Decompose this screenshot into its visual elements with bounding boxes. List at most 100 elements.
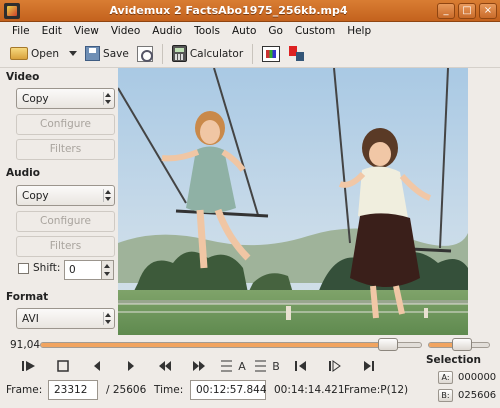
floppy-disk-icon	[85, 46, 101, 61]
shift-input[interactable]: 0	[64, 260, 102, 280]
next-keyframe-button[interactable]	[182, 356, 216, 376]
set-marker-b-button[interactable]: B	[250, 356, 284, 376]
slider-fill	[41, 343, 387, 347]
audio-filters-button[interactable]: Filters	[16, 236, 115, 257]
go-to-marker-a-button[interactable]	[318, 356, 352, 376]
fast-forward-icon	[193, 361, 205, 371]
app-window: Avidemux 2 FactsAbo1975_256kb.mp4 _ □ × …	[0, 0, 500, 408]
total-frames: / 25606	[106, 384, 147, 396]
previous-keyframe-button[interactable]	[148, 356, 182, 376]
volume-thumb[interactable]	[452, 338, 473, 351]
codec-panel: Video Copy Configure Filters Audio Copy …	[0, 68, 118, 338]
dropdown-arrow-icon	[69, 51, 78, 56]
shift-checkbox[interactable]	[18, 262, 29, 274]
menu-audio[interactable]: Audio	[146, 25, 188, 37]
marker-b-label: B	[272, 359, 280, 373]
video-preview[interactable]	[118, 68, 468, 335]
toolbar-separator	[161, 43, 163, 64]
menu-view[interactable]: View	[68, 25, 105, 37]
properties-button[interactable]	[133, 42, 157, 66]
combo-arrows-icon	[103, 312, 111, 325]
maximize-button[interactable]: □	[458, 2, 476, 19]
video-codec-value: Copy	[22, 92, 49, 105]
audio-codec-value: Copy	[22, 189, 49, 202]
combo-arrows-icon	[103, 189, 111, 202]
menu-edit[interactable]: Edit	[36, 25, 68, 37]
menu-go[interactable]: Go	[262, 25, 289, 37]
menu-custom[interactable]: Custom	[289, 25, 341, 37]
frame-input[interactable]: 23312	[48, 380, 98, 400]
toolbar-separator	[252, 43, 254, 64]
menu-video[interactable]: Video	[105, 25, 146, 37]
open-label: Open	[31, 47, 60, 60]
menu-help[interactable]: Help	[341, 25, 377, 37]
shift-row: Shift:	[18, 262, 60, 274]
navigation-slider[interactable]	[40, 342, 422, 348]
combo-arrows-icon	[103, 92, 111, 105]
go-to-marker-b-button[interactable]	[352, 356, 386, 376]
window-title: Avidemux 2 FactsAbo1975_256kb.mp4	[109, 4, 348, 17]
save-label: Save	[103, 47, 129, 60]
preview-icon	[262, 45, 281, 62]
time-input[interactable]: 00:12:57.844	[190, 380, 267, 400]
open-button[interactable]: Open	[6, 42, 63, 66]
previous-frame-button[interactable]	[80, 356, 114, 376]
play-button[interactable]	[12, 356, 46, 376]
menu-file[interactable]: File	[6, 25, 36, 37]
audio-codec-select[interactable]: Copy	[16, 185, 115, 206]
minimize-button[interactable]: _	[437, 2, 455, 19]
stop-button[interactable]	[46, 356, 80, 376]
video-codec-select[interactable]: Copy	[16, 88, 115, 109]
selection-a-value: 000000	[458, 372, 497, 383]
filter-preview-icon	[288, 45, 306, 63]
next-frame-icon	[128, 361, 134, 371]
navigation-slider-row: 91,04	[0, 337, 500, 353]
folder-icon	[10, 47, 28, 60]
go-to-start-button[interactable]	[284, 356, 318, 376]
format-select[interactable]: AVI	[16, 308, 115, 329]
video-filters-button[interactable]: Filters	[16, 139, 115, 160]
close-button[interactable]: ×	[479, 2, 497, 19]
audio-configure-button[interactable]: Configure	[16, 211, 115, 232]
previous-frame-icon	[94, 361, 100, 371]
toolbar: Open Save Calculator	[0, 40, 500, 68]
app-icon[interactable]	[4, 2, 20, 19]
transport-controls: A B	[12, 356, 386, 376]
format-value: AVI	[22, 312, 39, 325]
video-configure-button[interactable]: Configure	[16, 114, 115, 135]
selection-b-value: 025606	[458, 390, 497, 401]
selection-heading: Selection	[426, 354, 481, 366]
stop-icon	[57, 360, 69, 372]
frame-label: Frame:	[6, 384, 43, 396]
menu-auto[interactable]: Auto	[226, 25, 262, 37]
time-label: Time:	[154, 384, 184, 396]
video-heading: Video	[6, 71, 40, 83]
audio-heading: Audio	[6, 167, 40, 179]
filter-preview-button[interactable]	[284, 42, 310, 66]
calculator-button[interactable]: Calculator	[168, 42, 247, 66]
calculator-icon	[171, 45, 187, 62]
shift-spin-arrows[interactable]	[102, 260, 114, 280]
title-bar: Avidemux 2 FactsAbo1975_256kb.mp4 _ □ ×	[0, 0, 500, 22]
open-recent-dropdown[interactable]	[63, 42, 81, 66]
position-percent: 91,04	[10, 339, 41, 351]
format-heading: Format	[6, 291, 49, 303]
preview-button[interactable]	[258, 42, 284, 66]
rewind-icon	[159, 361, 171, 371]
marker-b-icon	[255, 360, 267, 372]
calculator-label: Calculator	[189, 47, 244, 60]
go-to-marker-b-icon	[364, 361, 374, 371]
frame-type: Frame:P(12)	[344, 384, 409, 396]
menu-bar: File Edit View Video Audio Tools Auto Go…	[0, 22, 500, 39]
skip-to-start-icon	[295, 361, 306, 371]
slider-thumb[interactable]	[377, 338, 398, 351]
save-button[interactable]: Save	[81, 42, 133, 66]
shift-label: Shift:	[33, 262, 61, 274]
menu-tools[interactable]: Tools	[188, 25, 226, 37]
go-to-marker-a-icon	[329, 360, 341, 372]
set-marker-a-button[interactable]: A	[216, 356, 250, 376]
selection-b-button[interactable]: B:	[438, 389, 453, 402]
selection-a-button[interactable]: A:	[438, 371, 453, 384]
next-frame-button[interactable]	[114, 356, 148, 376]
marker-a-icon	[221, 360, 233, 372]
